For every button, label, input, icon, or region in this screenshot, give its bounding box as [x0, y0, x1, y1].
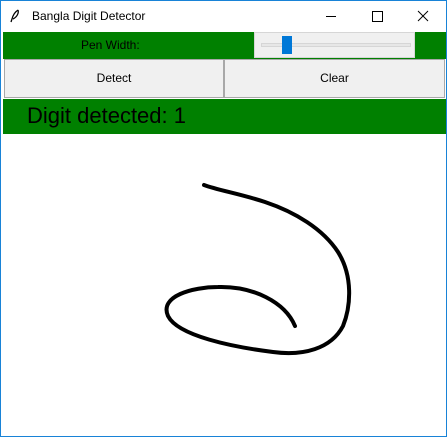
feather-icon	[9, 9, 21, 23]
close-button[interactable]	[400, 1, 446, 31]
drawn-digit-stroke	[164, 183, 352, 356]
app-window: Bangla Digit Detector Pen Width: Detect …	[0, 0, 447, 437]
maximize-button[interactable]	[354, 1, 400, 31]
title-bar[interactable]: Bangla Digit Detector	[1, 1, 446, 31]
close-icon	[417, 10, 429, 22]
window-title: Bangla Digit Detector	[32, 9, 146, 23]
pen-row-filler	[416, 32, 446, 59]
status-bar: Digit detected: 1	[3, 99, 446, 134]
pen-width-row: Pen Width:	[3, 32, 416, 59]
pen-width-slider[interactable]	[254, 32, 415, 58]
detection-result: Digit detected: 1	[27, 103, 186, 128]
detect-button[interactable]: Detect	[4, 59, 224, 98]
minimize-icon	[326, 16, 336, 17]
maximize-icon	[372, 11, 383, 22]
minimize-button[interactable]	[308, 1, 354, 31]
pen-width-label: Pen Width:	[81, 38, 140, 52]
clear-button[interactable]: Clear	[224, 59, 445, 98]
drawing-canvas[interactable]	[3, 134, 446, 436]
slider-thumb[interactable]	[282, 36, 292, 54]
